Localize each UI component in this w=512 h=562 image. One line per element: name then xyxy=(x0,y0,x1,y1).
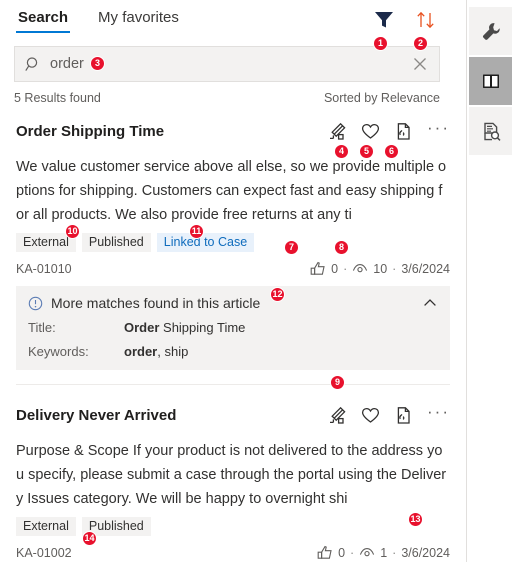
link-to-case-icon[interactable] xyxy=(328,406,347,425)
more-matches-label: Keywords: xyxy=(28,344,89,359)
likes-count: 0 xyxy=(338,546,346,560)
annotation-badge-11: 11 xyxy=(189,224,204,239)
annotation-badge-4: 4 xyxy=(334,144,349,159)
more-matches-panel: More matches found in this article Title… xyxy=(16,286,450,370)
tab-search-label: Search xyxy=(18,9,69,26)
favorite-heart-icon[interactable] xyxy=(361,406,380,425)
sort-label[interactable]: Sorted by Relevance xyxy=(324,91,440,105)
result-ka-number[interactable]: KA-01010 xyxy=(16,262,72,276)
sort-ascending-descending-icon[interactable] xyxy=(416,10,436,30)
wrench-tools-icon xyxy=(481,21,502,42)
thumbs-up-icon xyxy=(317,545,333,561)
result-snippet: Purpose & Scope If your product is not d… xyxy=(16,443,447,507)
knowledge-search-panel: Search My favorites order 5 Results foun… xyxy=(0,0,466,562)
tab-search[interactable]: Search xyxy=(16,0,71,33)
annotation-badge-1: 1 xyxy=(373,36,388,51)
tag-published: Published xyxy=(81,233,151,252)
rail-button-knowledge[interactable] xyxy=(469,57,512,105)
result-card-header: Order Shipping Time ··· xyxy=(16,115,450,147)
annotation-badge-14: 14 xyxy=(82,531,97,546)
toolbar-icons xyxy=(374,10,436,30)
more-options-icon[interactable]: ··· xyxy=(427,403,450,424)
more-matches-header[interactable]: More matches found in this article xyxy=(28,295,438,311)
views-count: 10 xyxy=(373,262,388,276)
result-card: Order Shipping Time ··· We value custome… xyxy=(0,115,466,277)
annotation-badge-13: 13 xyxy=(408,512,423,527)
result-date: 3/6/2024 xyxy=(401,262,450,276)
annotation-badge-3: 3 xyxy=(90,56,105,71)
annotation-badge-2: 2 xyxy=(413,36,428,51)
link-to-case-icon[interactable] xyxy=(328,122,347,141)
right-rail xyxy=(466,0,512,562)
tag-linked-to-case: Linked to Case xyxy=(156,233,255,252)
stats-separator-1: · xyxy=(343,262,348,276)
stats-separator-2: · xyxy=(392,546,397,560)
result-snippet: We value customer service above all else… xyxy=(16,159,447,223)
document-search-icon xyxy=(481,121,502,142)
favorite-heart-icon[interactable] xyxy=(361,122,380,141)
chevron-up-icon[interactable] xyxy=(422,295,438,311)
annotation-badge-6: 6 xyxy=(384,144,399,159)
match-highlight: Order xyxy=(124,320,160,335)
rail-button-tools[interactable] xyxy=(469,7,512,55)
result-title[interactable]: Delivery Never Arrived xyxy=(16,407,176,424)
annotation-badge-10: 10 xyxy=(65,224,80,239)
result-date: 3/6/2024 xyxy=(401,546,450,560)
results-meta-row: 5 Results found Sorted by Relevance xyxy=(14,91,440,105)
stats-separator-2: · xyxy=(392,262,397,276)
results-count: 5 Results found xyxy=(14,91,101,105)
result-stats: 0 · 10 · 3/6/2024 xyxy=(310,261,450,277)
more-matches-row: Keywords: order, ship xyxy=(28,344,438,359)
thumbs-up-icon xyxy=(310,261,326,277)
more-options-icon[interactable]: ··· xyxy=(427,119,450,140)
more-matches-value: Order Shipping Time xyxy=(124,320,245,335)
more-matches-value: order, ship xyxy=(124,344,188,359)
views-eye-icon xyxy=(359,545,375,561)
search-icon xyxy=(25,56,42,73)
copy-link-document-icon[interactable] xyxy=(394,122,413,141)
rail-button-document-search[interactable] xyxy=(469,107,512,155)
match-rest: Shipping Time xyxy=(159,320,246,335)
annotation-badge-8: 8 xyxy=(334,240,349,255)
result-card: Delivery Never Arrived ··· Purpose & Sco… xyxy=(0,399,466,561)
annotation-badge-5: 5 xyxy=(359,144,374,159)
views-eye-icon xyxy=(352,261,368,277)
annotation-badge-7: 7 xyxy=(284,240,299,255)
tab-my-favorites-label: My favorites xyxy=(98,9,179,26)
match-highlight: order xyxy=(124,344,158,359)
results-list: Order Shipping Time ··· We value custome… xyxy=(0,115,466,562)
result-divider xyxy=(16,384,450,385)
more-matches-label: Title: xyxy=(28,320,56,335)
app-root: Search My favorites order 5 Results foun… xyxy=(0,0,512,562)
annotation-badge-9: 9 xyxy=(330,375,345,390)
likes-count: 0 xyxy=(331,262,339,276)
more-matches-title: More matches found in this article xyxy=(51,295,261,311)
result-ka-number[interactable]: KA-01002 xyxy=(16,546,72,560)
match-rest: , ship xyxy=(157,344,189,359)
result-actions: ··· xyxy=(328,403,450,425)
annotation-badge-12: 12 xyxy=(270,287,285,302)
result-footer: KA-01002 0 · 1 · 3/6/2024 xyxy=(16,545,450,561)
search-box[interactable] xyxy=(14,46,440,82)
stats-separator-1: · xyxy=(350,546,355,560)
info-circle-icon xyxy=(28,296,43,311)
result-title[interactable]: Order Shipping Time xyxy=(16,123,164,140)
filter-icon[interactable] xyxy=(374,11,394,29)
tab-my-favorites[interactable]: My favorites xyxy=(96,0,181,33)
more-matches-row: Title: Order Shipping Time xyxy=(28,320,438,335)
views-count: 1 xyxy=(380,546,388,560)
result-card-header: Delivery Never Arrived ··· xyxy=(16,399,450,431)
result-footer: KA-01010 0 · 10 · 3/6/2024 xyxy=(16,261,450,277)
result-actions: ··· xyxy=(328,119,450,141)
copy-link-document-icon[interactable] xyxy=(394,406,413,425)
result-tags: External Published Linked to Case xyxy=(16,233,450,252)
result-tags: External Published xyxy=(16,517,450,536)
knowledge-book-icon xyxy=(480,70,502,92)
result-stats: 0 · 1 · 3/6/2024 xyxy=(317,545,450,561)
close-icon[interactable] xyxy=(409,53,431,75)
tag-external: External xyxy=(16,517,76,536)
